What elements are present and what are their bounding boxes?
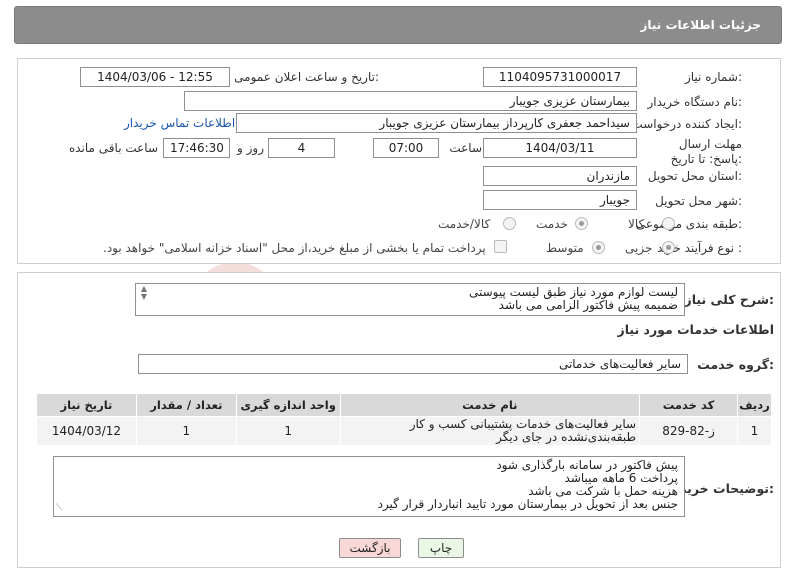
days-remaining-field[interactable]: 4 <box>268 138 335 158</box>
services-section-title: اطلاعات خدمات مورد نیاز <box>617 322 775 337</box>
category-radio-goods-service[interactable] <box>503 217 516 230</box>
page-title: جزئیات اطلاعات نیاز <box>640 18 761 32</box>
days-label: روز و <box>237 141 264 155</box>
page-header: جزئیات اطلاعات نیاز <box>14 6 782 44</box>
cell-need-date: 1404/03/12 <box>36 416 137 446</box>
cell-unit: 1 <box>235 416 341 446</box>
remaining-time-field[interactable]: 17:46:30 <box>163 138 230 158</box>
category-option-goods: کالا <box>628 217 645 231</box>
category-option-service: خدمت <box>536 217 568 231</box>
process-radio-minor[interactable] <box>662 241 675 254</box>
buyer-org-label: نام دستگاه خریدار: <box>647 95 743 109</box>
deadline-time-field[interactable]: 07:00 <box>373 138 439 158</box>
category-option-goods-service: کالا/خدمت <box>438 217 491 231</box>
description-textarea[interactable]: لیست لوازم مورد نیاز طبق لیست پیوستی ضمی… <box>135 283 685 316</box>
table-header-row: تاریخ نیاز تعداد / مقدار واحد اندازه گیر… <box>36 393 773 417</box>
col-service-name: نام خدمت <box>339 393 641 417</box>
col-row: ردیف <box>736 393 773 417</box>
announce-datetime-label: تاریخ و ساعت اعلان عمومی: <box>234 70 379 84</box>
col-need-date: تاریخ نیاز <box>36 393 137 417</box>
payment-text: پرداخت تمام یا بخشی از مبلغ خرید،از محل … <box>103 241 486 255</box>
category-label: طبقه بندی موضوعی: <box>635 217 742 231</box>
resize-grip-icon[interactable]: ⟋ <box>56 502 62 515</box>
payment-checkbox[interactable] <box>494 240 507 253</box>
process-option-medium: متوسط <box>546 241 584 255</box>
category-radio-service[interactable] <box>575 217 588 230</box>
buyer-contact-link[interactable]: اطلاعات تماس خریدار <box>124 116 235 130</box>
remaining-time-label: ساعت باقی مانده <box>68 141 158 155</box>
deadline-time-label: ساعت <box>449 141 482 155</box>
back-button[interactable]: بازگشت <box>339 538 401 558</box>
service-group-field[interactable]: سایر فعالیت‌های خدماتی <box>138 354 688 374</box>
col-unit: واحد اندازه گیری <box>235 393 341 417</box>
print-button[interactable]: چاپ <box>418 538 464 558</box>
need-number-field[interactable]: 1104095731000017 <box>483 67 637 87</box>
deadline-date-field[interactable]: 1404/03/11 <box>483 138 637 158</box>
process-option-minor: جزیی <box>625 241 653 255</box>
col-service-code: کد خدمت <box>639 393 738 417</box>
requester-field[interactable]: سیداحمد جعفری کارپرداز بیمارستان عزیزی ج… <box>236 113 637 133</box>
city-label: شهر محل تحویل: <box>655 194 742 208</box>
services-table: تاریخ نیاز تعداد / مقدار واحد اندازه گیر… <box>36 393 773 446</box>
process-radio-medium[interactable] <box>592 241 605 254</box>
province-label: استان محل تحویل: <box>647 169 742 183</box>
need-number-label: شماره نیاز: <box>684 70 742 84</box>
service-group-label: گروه خدمت: <box>697 357 774 372</box>
city-field[interactable]: جویبار <box>483 190 637 210</box>
deadline-label: مهلت ارسال پاسخ: تا تاریخ: <box>670 137 742 166</box>
col-quantity: تعداد / مقدار <box>135 393 237 417</box>
announce-datetime-field[interactable]: 1404/03/06 - 12:55 <box>80 67 230 87</box>
description-line-2: ضمیمه پیش فاکتور الزامی می باشد <box>498 298 678 312</box>
buyer-notes-textarea[interactable]: پیش فاکتور در سامانه بارگذاری شود پرداخت… <box>53 456 685 517</box>
buyer-org-field[interactable]: بیمارستان عزیزی جویبار <box>184 91 637 111</box>
cell-service-code: ز-82-829 <box>639 416 738 446</box>
buyer-note-line-4: جنس بعد از تحویل در بیمارستان مورد تایید… <box>377 497 678 511</box>
province-field[interactable]: مازندران <box>483 166 637 186</box>
cell-service-name: سایر فعالیت‌های خدمات پشتیبانی کسب و کار… <box>339 416 641 446</box>
table-row[interactable]: 1404/03/12 1 1 سایر فعالیت‌های خدمات پشت… <box>36 416 773 446</box>
requester-label: ایجاد کننده درخواست: <box>631 117 742 131</box>
cell-row: 1 <box>736 416 773 446</box>
cell-quantity: 1 <box>135 416 237 446</box>
description-label: شرح کلی نیاز: <box>684 292 775 307</box>
scroll-arrows-icon[interactable]: ▲ ▼ <box>137 285 151 301</box>
category-radio-goods[interactable] <box>662 217 675 230</box>
